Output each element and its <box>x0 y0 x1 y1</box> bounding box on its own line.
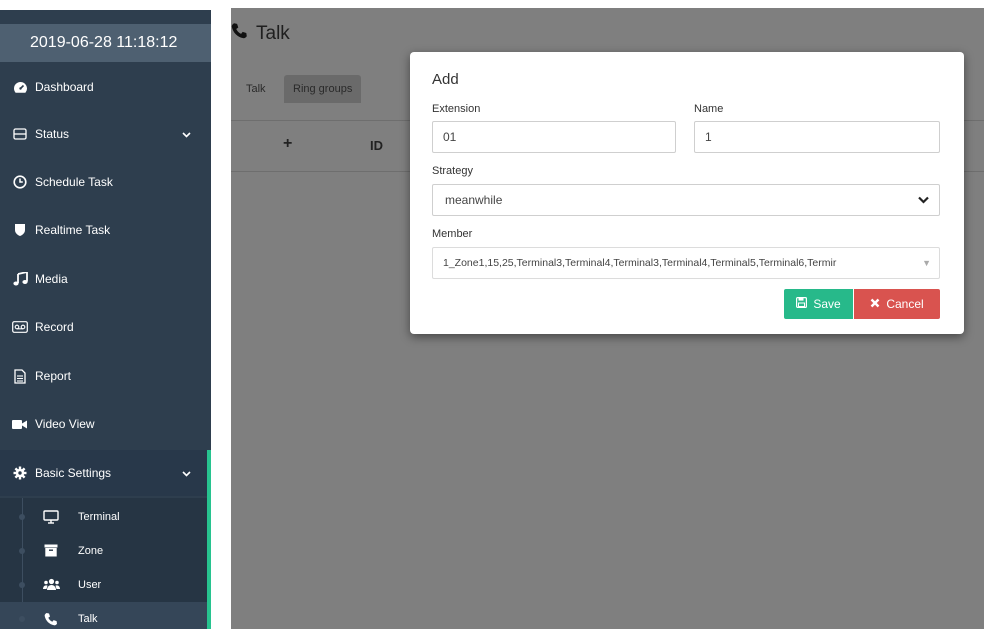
name-label: Name <box>694 103 724 115</box>
sidebar-item-label: Media <box>35 272 68 286</box>
strategy-select[interactable]: meanwhile <box>432 184 940 216</box>
member-selected-values: 1_Zone1,15,25,Terminal3,Terminal4,Termin… <box>443 257 837 269</box>
video-icon <box>12 416 28 432</box>
tab-ring-groups[interactable]: Ring groups <box>284 75 362 103</box>
member-label: Member <box>432 228 473 240</box>
sidebar: 2019-06-28 11:18:12 Dashboard Status Sch… <box>0 0 211 629</box>
tree-dot <box>19 513 25 520</box>
extension-label: Extension <box>432 103 481 115</box>
sidebar-subitem-user[interactable]: User <box>0 568 207 601</box>
sidebar-item-label: Realtime Task <box>35 223 111 237</box>
sidebar-subitem-label: Terminal <box>78 510 120 523</box>
close-icon <box>870 297 880 311</box>
sidebar-subitem-terminal[interactable]: Terminal <box>0 500 207 533</box>
sidebar-item-realtime-task[interactable]: Realtime Task <box>0 207 211 253</box>
chevron-down-icon <box>918 185 929 215</box>
sidebar-subitem-label: Zone <box>78 544 104 557</box>
dashboard-icon <box>12 79 28 95</box>
chevron-down-icon <box>182 466 191 480</box>
sidebar-item-label: Schedule Task <box>35 175 113 189</box>
sidebar-subitem-talk[interactable]: Talk <box>0 602 207 629</box>
phone-icon <box>231 22 248 45</box>
gear-icon <box>12 465 28 481</box>
shield-icon <box>12 222 28 238</box>
sidebar-item-record[interactable]: Record <box>0 304 211 350</box>
sidebar-item-video-view[interactable]: Video View <box>0 401 211 447</box>
cancel-button[interactable]: Cancel <box>854 289 940 319</box>
phone-icon <box>42 612 60 626</box>
strategy-selected-value: meanwhile <box>445 193 503 207</box>
tab-talk[interactable]: Talk <box>237 75 275 103</box>
main-top-strip <box>211 0 984 8</box>
page-title: Talk <box>231 22 290 45</box>
strategy-label: Strategy <box>432 165 473 177</box>
sidebar-item-status[interactable]: Status <box>0 111 211 157</box>
page-title-text: Talk <box>256 22 290 44</box>
sidebar-subitem-zone[interactable]: Zone <box>0 534 207 567</box>
users-icon <box>42 578 60 591</box>
sidebar-item-label: Record <box>35 320 74 334</box>
tree-dot <box>19 547 25 554</box>
sidebar-item-dashboard[interactable]: Dashboard <box>0 64 211 110</box>
floppy-icon <box>796 297 808 311</box>
sidebar-item-label: Video View <box>35 417 95 431</box>
save-button[interactable]: Save <box>784 289 853 319</box>
sidebar-item-schedule-task[interactable]: Schedule Task <box>0 159 211 205</box>
report-icon <box>12 368 28 384</box>
clock-display: 2019-06-28 11:18:12 <box>0 24 211 62</box>
record-icon <box>12 319 28 335</box>
status-icon <box>12 126 28 142</box>
sidebar-item-label: Status <box>35 127 70 141</box>
sidebar-item-basic-settings[interactable]: Basic Settings <box>0 450 211 496</box>
tree-dot <box>19 581 25 588</box>
sidebar-item-report[interactable]: Report <box>0 353 211 399</box>
add-dialog: Add Extension 01 Name 1 Strategy meanwhi… <box>410 52 964 334</box>
save-button-label: Save <box>813 297 841 311</box>
sidebar-item-label: Dashboard <box>35 80 94 94</box>
column-header-id[interactable]: ID <box>370 138 383 153</box>
archive-icon <box>42 544 60 557</box>
extension-field[interactable]: 01 <box>432 121 676 153</box>
dialog-title: Add <box>432 71 459 88</box>
member-multiselect[interactable]: 1_Zone1,15,25,Terminal3,Terminal4,Termin… <box>432 247 940 279</box>
tree-dot <box>19 615 25 622</box>
name-field[interactable]: 1 <box>694 121 940 153</box>
sidebar-subitem-label: Talk <box>78 612 98 625</box>
sidebar-subitem-label: User <box>78 578 102 591</box>
caret-down-icon: ▼ <box>918 248 931 278</box>
sidebar-item-label: Report <box>35 369 72 383</box>
add-row-button[interactable]: + <box>283 135 292 153</box>
cancel-button-label: Cancel <box>886 297 924 311</box>
chevron-down-icon <box>182 127 191 141</box>
sidebar-item-label: Basic Settings <box>35 466 112 480</box>
music-icon <box>12 271 28 287</box>
clock-icon <box>12 174 28 190</box>
sidebar-item-media[interactable]: Media <box>0 256 211 302</box>
sidebar-top-strip <box>0 0 211 10</box>
app-root: 2019-06-28 11:18:12 Dashboard Status Sch… <box>0 0 984 629</box>
monitor-icon <box>42 509 60 524</box>
